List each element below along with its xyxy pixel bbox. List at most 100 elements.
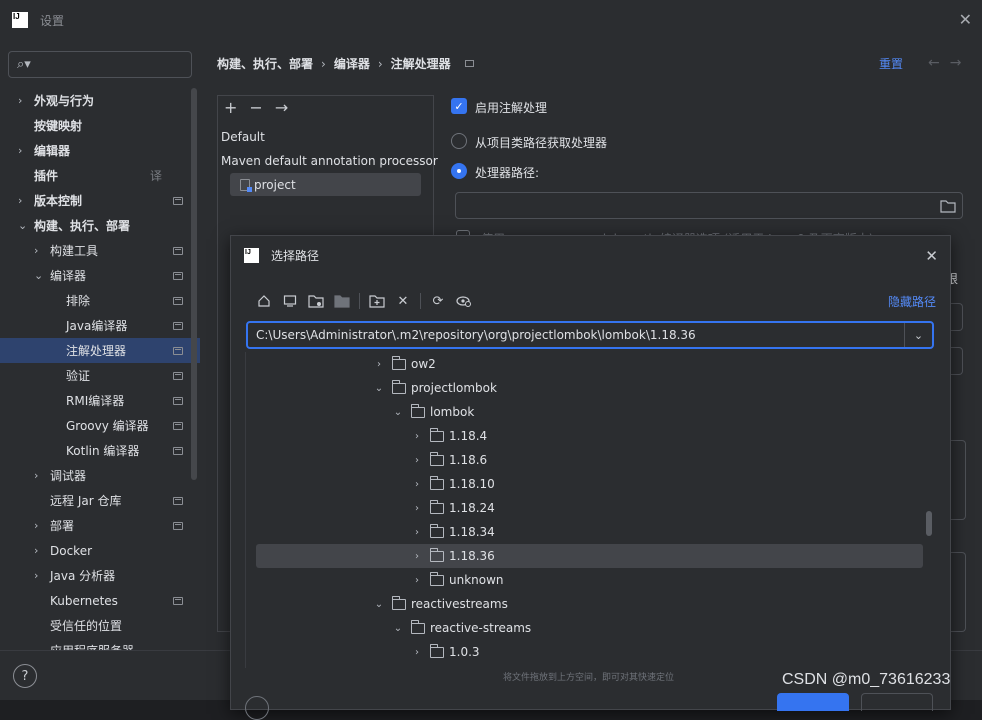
forward-icon[interactable]: → [950, 55, 972, 71]
browse-folder-icon[interactable] [940, 199, 956, 213]
sidebar-item[interactable]: 插件 译 [0, 163, 200, 188]
chevron-right-icon[interactable]: › [34, 519, 38, 532]
project-folder-icon[interactable] [307, 292, 325, 310]
sidebar-item[interactable]: Groovy 编译器 [0, 413, 200, 438]
tree-node[interactable]: ⌄ reactivestreams [246, 592, 923, 616]
title-bar: IJ 设置 ✕ [0, 0, 982, 40]
profile-toolbar: + − → [224, 98, 288, 117]
tree-node[interactable]: ⌄ lombok [246, 400, 923, 424]
chevron-right-icon[interactable]: › [412, 479, 422, 490]
sidebar-item[interactable]: › Docker [0, 538, 200, 563]
show-hidden-icon[interactable] [455, 292, 473, 310]
sidebar-item[interactable]: ⌄ 构建、执行、部署 [0, 213, 200, 238]
tree-node[interactable]: › 1.18.4 [246, 424, 923, 448]
chevron-right-icon[interactable]: › [18, 94, 22, 107]
folder-icon [430, 523, 444, 538]
chevron-right-icon[interactable]: › [412, 551, 422, 562]
sidebar-item[interactable]: Kotlin 编译器 [0, 438, 200, 463]
chevron-right-icon[interactable]: › [412, 647, 422, 658]
sidebar-item[interactable]: › Java 分析器 [0, 563, 200, 588]
chevron-down-icon[interactable]: ⌄ [374, 599, 384, 610]
tree-node[interactable]: › 1.18.24 [246, 496, 923, 520]
desktop-icon[interactable] [281, 292, 299, 310]
chevron-right-icon[interactable]: › [412, 503, 422, 514]
move-icon[interactable]: → [275, 98, 288, 117]
chevron-down-icon[interactable]: ⌄ [904, 323, 932, 347]
tree-node[interactable]: ⌄ reactive-streams [246, 616, 923, 640]
module-folder-icon[interactable] [333, 292, 351, 310]
sidebar-item[interactable]: 受信任的位置 [0, 613, 200, 638]
sidebar-item[interactable]: › 外观与行为 [0, 88, 200, 113]
search-input[interactable]: ⌕▾ [8, 51, 192, 78]
sidebar-item[interactable]: 排除 [0, 288, 200, 313]
sidebar-item[interactable]: 验证 [0, 363, 200, 388]
sidebar-item[interactable]: RMI编译器 [0, 388, 200, 413]
chevron-right-icon[interactable]: › [34, 569, 38, 582]
tree-node[interactable]: › unknown [246, 568, 923, 592]
chevron-right-icon[interactable]: › [34, 469, 38, 482]
chevron-down-icon[interactable]: ⌄ [18, 219, 27, 232]
tree-node[interactable]: › 1.18.36 [256, 544, 923, 568]
chevron-right-icon[interactable]: › [18, 144, 22, 157]
path-input-field[interactable] [256, 327, 896, 343]
enable-annotation-checkbox[interactable]: ✓ [451, 98, 467, 114]
chevron-right-icon[interactable]: › [412, 455, 422, 466]
tree-node[interactable]: › 1.18.6 [246, 448, 923, 472]
sidebar-item[interactable]: 按键映射 [0, 113, 200, 138]
add-icon[interactable]: + [224, 98, 237, 117]
profile-project[interactable]: project [230, 173, 421, 196]
hide-path-link[interactable]: 隐藏路径 [888, 293, 936, 310]
chevron-right-icon[interactable]: › [34, 544, 38, 557]
chevron-right-icon[interactable]: › [412, 527, 422, 538]
chevron-down-icon[interactable]: ⌄ [34, 269, 43, 282]
processor-path-radio[interactable] [451, 163, 467, 179]
tree-node[interactable]: › ow2 [246, 352, 923, 376]
close-icon[interactable]: ✕ [959, 12, 972, 28]
sidebar-item[interactable]: › 编辑器 [0, 138, 200, 163]
remove-icon[interactable]: − [249, 98, 262, 117]
sidebar-item[interactable]: › 构建工具 [0, 238, 200, 263]
ok-button[interactable] [777, 693, 849, 711]
chevron-down-icon[interactable]: ⌄ [393, 623, 403, 634]
chevron-right-icon[interactable]: › [412, 575, 422, 586]
sidebar-item[interactable]: › 版本控制 [0, 188, 200, 213]
sidebar-item[interactable]: 远程 Jar 仓库 [0, 488, 200, 513]
profile-default[interactable]: Default [221, 130, 265, 144]
tree-scrollbar[interactable] [926, 511, 932, 536]
chevron-right-icon[interactable]: › [374, 359, 384, 370]
sidebar-item[interactable]: › 部署 [0, 513, 200, 538]
new-folder-icon[interactable] [368, 292, 386, 310]
processor-path-field[interactable] [455, 192, 963, 219]
folder-icon [430, 427, 444, 442]
chevron-right-icon[interactable]: › [34, 244, 38, 257]
tree-node[interactable]: › 1.18.34 [246, 520, 923, 544]
delete-icon[interactable]: ✕ [394, 292, 412, 310]
sidebar-item[interactable]: Java编译器 [0, 313, 200, 338]
refresh-icon[interactable]: ⟳ [429, 292, 447, 310]
tree-node[interactable]: ⌄ projectlombok [246, 376, 923, 400]
chevron-down-icon[interactable]: ⌄ [374, 383, 384, 394]
sidebar-item[interactable]: 应用程序服务器 [0, 638, 200, 650]
reset-link[interactable]: 重置 [879, 55, 903, 72]
folder-icon [430, 451, 444, 466]
sidebar-item-label: Java 分析器 [50, 569, 116, 583]
sidebar-item[interactable]: Kubernetes [0, 588, 200, 613]
cancel-button[interactable] [861, 693, 933, 711]
from-classpath-radio[interactable] [451, 133, 467, 149]
close-icon[interactable]: ✕ [925, 247, 938, 265]
chevron-down-icon[interactable]: ⌄ [393, 407, 403, 418]
tree-node[interactable]: › 1.0.3 [246, 640, 923, 664]
sidebar-item[interactable]: › 调试器 [0, 463, 200, 488]
help-button[interactable]: ? [13, 664, 37, 688]
tree-node[interactable]: › 1.18.10 [246, 472, 923, 496]
back-icon[interactable]: ← [928, 55, 950, 71]
sidebar-item-label: 按键映射 [34, 119, 83, 133]
chevron-right-icon[interactable]: › [412, 431, 422, 442]
path-input[interactable]: ⌄ [246, 321, 934, 349]
profile-maven-default[interactable]: Maven default annotation processor [221, 154, 438, 168]
chevron-right-icon[interactable]: › [18, 194, 22, 207]
sidebar-scrollbar[interactable] [191, 88, 197, 480]
sidebar-item[interactable]: ⌄ 编译器 [0, 263, 200, 288]
sidebar-item[interactable]: 注解处理器 [0, 338, 200, 363]
home-icon[interactable] [255, 292, 273, 310]
